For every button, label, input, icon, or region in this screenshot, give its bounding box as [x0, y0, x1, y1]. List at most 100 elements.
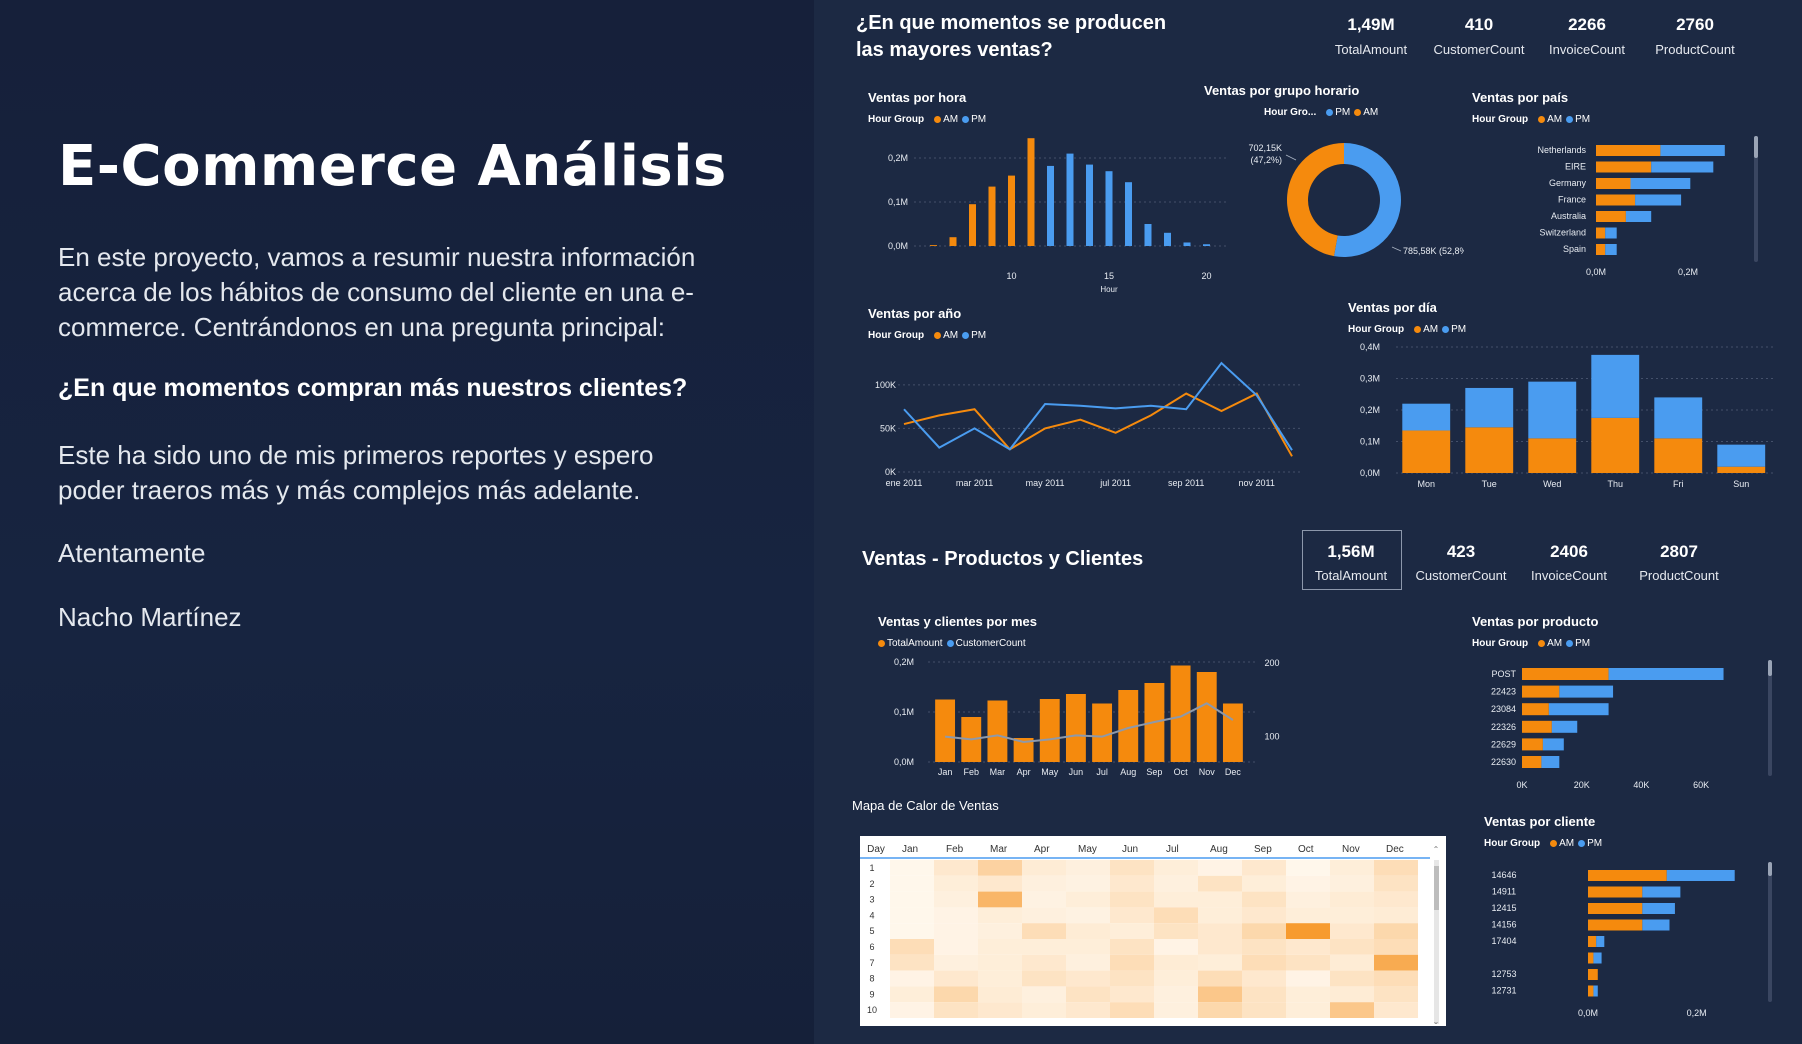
client-chart[interactable]: 14646 14911 12415 14156 17404 12753 12731 0,0M 0…: [1474, 858, 1774, 1020]
author-name: Nacho Martínez: [58, 602, 242, 632]
legend-am: AM: [943, 330, 959, 341]
legend-am: AM: [1363, 107, 1379, 118]
section1-title-line2: las mayores ventas?: [856, 39, 1053, 61]
kpi2-total-amount-value: 1,56M: [1327, 542, 1375, 561]
hour-chart[interactable]: 0,0M 0,1M 0,2M 10 15 20 Hour: [854, 126, 1234, 296]
legend-title-short: Hour Gro...: [1264, 107, 1317, 118]
heatmap-cell: [978, 923, 1022, 939]
group-donut-chart[interactable]: 785,58K (52,8%) 702,15K (47,2%): [1224, 130, 1464, 270]
bar-hour-18: [1164, 232, 1171, 246]
heatmap-cell: [1330, 923, 1374, 939]
legend-pm: PM: [971, 114, 987, 125]
group-chart-title: Ventas por grupo horario: [1204, 83, 1360, 98]
heatmap-cell: [1330, 860, 1374, 876]
heatmap-cell: [934, 875, 978, 892]
client-scrollbar-thumb[interactable]: [1768, 862, 1772, 876]
tick-label: Feb: [946, 844, 964, 855]
pm-dot-icon: [1442, 325, 1450, 333]
tick-label: 0,0M: [1578, 1008, 1598, 1018]
heatmap-table-frame[interactable]: Day Jan Feb Mar Apr May Jun Jul Aug Sep Oct Nov Dec 1…: [860, 836, 1446, 1026]
heatmap-cell: [1198, 1002, 1242, 1018]
bar-month: [935, 699, 956, 762]
bar-hour-13: [1066, 153, 1074, 246]
heatmap-cell: [934, 954, 978, 971]
legend-am: AM: [1547, 114, 1563, 125]
heatmap-cell: [978, 891, 1022, 908]
tick-label: Jun: [1122, 844, 1138, 855]
country-scrollbar[interactable]: [1754, 136, 1758, 262]
tick-label: Spain: [1563, 244, 1586, 254]
heatmap-cell: [1154, 875, 1198, 892]
heatmap-cell: [1330, 939, 1374, 955]
heatmap-cell: [1154, 954, 1198, 971]
country-chart-legend[interactable]: Hour Group AM PM: [1472, 114, 1590, 125]
tick-label: Aug: [1210, 844, 1228, 855]
day-chart[interactable]: 0,0M 0,1M 0,2M 0,3M 0,4M Mon Tue Wed Thu Fri Sun: [1334, 338, 1784, 495]
heatmap-cell: [1242, 1002, 1286, 1018]
heatmap-cell: [1022, 970, 1066, 987]
client-scrollbar[interactable]: [1768, 862, 1772, 1002]
pm-dot-icon: [962, 115, 970, 123]
leader-line: [1391, 246, 1402, 252]
bar-country-am: [1596, 178, 1631, 189]
group-chart-legend[interactable]: Hour Gro... PM AM: [1264, 107, 1378, 118]
year-chart[interactable]: 0K 50K 100K ene 2011 mar 2011 may 2011 jul 201…: [854, 350, 1314, 495]
heatmap-cell: [978, 860, 1022, 876]
bar-hour-11: [1027, 138, 1035, 246]
tick-label: Sep: [1254, 844, 1272, 855]
month-chart[interactable]: 0,0M 0,1M 0,2M 100 200 Jan Feb Mar Apr May Jun Jul A…: [874, 652, 1294, 782]
section1-title-line1: ¿En que momentos se producen: [856, 12, 1167, 34]
tick-label: Oct: [1174, 767, 1189, 777]
legend-title: Hour Group: [1348, 324, 1405, 335]
product-scrollbar-thumb[interactable]: [1768, 660, 1772, 676]
heatmap-cell: [978, 986, 1022, 1003]
heatmap-cell: [1330, 875, 1374, 892]
bar-hour-7: [949, 237, 957, 246]
hour-chart-legend[interactable]: Hour Group AM PM: [868, 114, 986, 125]
product-chart[interactable]: POST 22423 23084 22326 22629 22630 0K 20K 40K 60K: [1464, 658, 1784, 792]
bar-month: [1222, 703, 1243, 762]
heatmap-cell: [1374, 954, 1418, 971]
country-scrollbar-thumb[interactable]: [1754, 136, 1758, 158]
client-chart-legend[interactable]: Hour Group AM PM: [1484, 838, 1602, 849]
legend-title: Hour Group: [868, 114, 925, 125]
tick-label: 0,1M: [1360, 437, 1380, 447]
heatmap-table[interactable]: Day Jan Feb Mar Apr May Jun Jul Aug Sep Oct Nov Dec 1…: [860, 836, 1446, 1026]
pm-dot-icon: [1566, 115, 1574, 123]
heatmap-cell: [1110, 1002, 1154, 1018]
bar-day-pm: [1717, 444, 1766, 467]
tick-label: 17404: [1491, 936, 1516, 946]
donut-slice-pm: [1334, 143, 1401, 257]
country-chart-title: Ventas por país: [1472, 90, 1569, 105]
legend-title: Hour Group: [868, 330, 925, 341]
kpi2-invoice-count-value: 2406: [1550, 542, 1588, 561]
heatmap-title: Mapa de Calor de Ventas: [852, 798, 999, 813]
tick-label: 0,0M: [1360, 468, 1380, 478]
bar-hour-17: [1144, 224, 1152, 246]
product-scrollbar[interactable]: [1768, 660, 1772, 776]
bar-day-pm: [1402, 403, 1451, 431]
bar-product-pm: [1541, 756, 1560, 768]
bar-hour-10: [1008, 175, 1015, 246]
heatmap-cell: [1242, 939, 1286, 955]
tick-label: Switzerland: [1539, 228, 1586, 238]
heatmap-cell: [1066, 907, 1110, 924]
heatmap-cell: [1198, 875, 1242, 892]
heatmap-cell: [890, 907, 934, 924]
bar-hour-15: [1105, 171, 1113, 246]
tick-label: 12731: [1491, 986, 1516, 996]
heatmap-cell: [1110, 860, 1154, 876]
heatmap-cell: [890, 875, 934, 892]
am-dot-icon: [1414, 325, 1422, 333]
heatmap-cell: [1242, 923, 1286, 939]
heatmap-cell: [1154, 939, 1198, 955]
tick-label: Oct: [1298, 844, 1314, 855]
month-chart-legend[interactable]: TotalAmount CustomerCount: [878, 638, 1026, 649]
product-chart-legend[interactable]: Hour Group AM PM: [1472, 638, 1590, 649]
bar-month: [987, 700, 1008, 762]
heatmap-cell: [1154, 970, 1198, 987]
year-chart-legend[interactable]: Hour Group AM PM: [868, 330, 986, 341]
heatmap-cell: [1286, 986, 1330, 1003]
country-chart[interactable]: Netherlands EIRE Germany France Australia Swi…: [1464, 132, 1774, 280]
day-chart-legend[interactable]: Hour Group AM PM: [1348, 324, 1466, 335]
